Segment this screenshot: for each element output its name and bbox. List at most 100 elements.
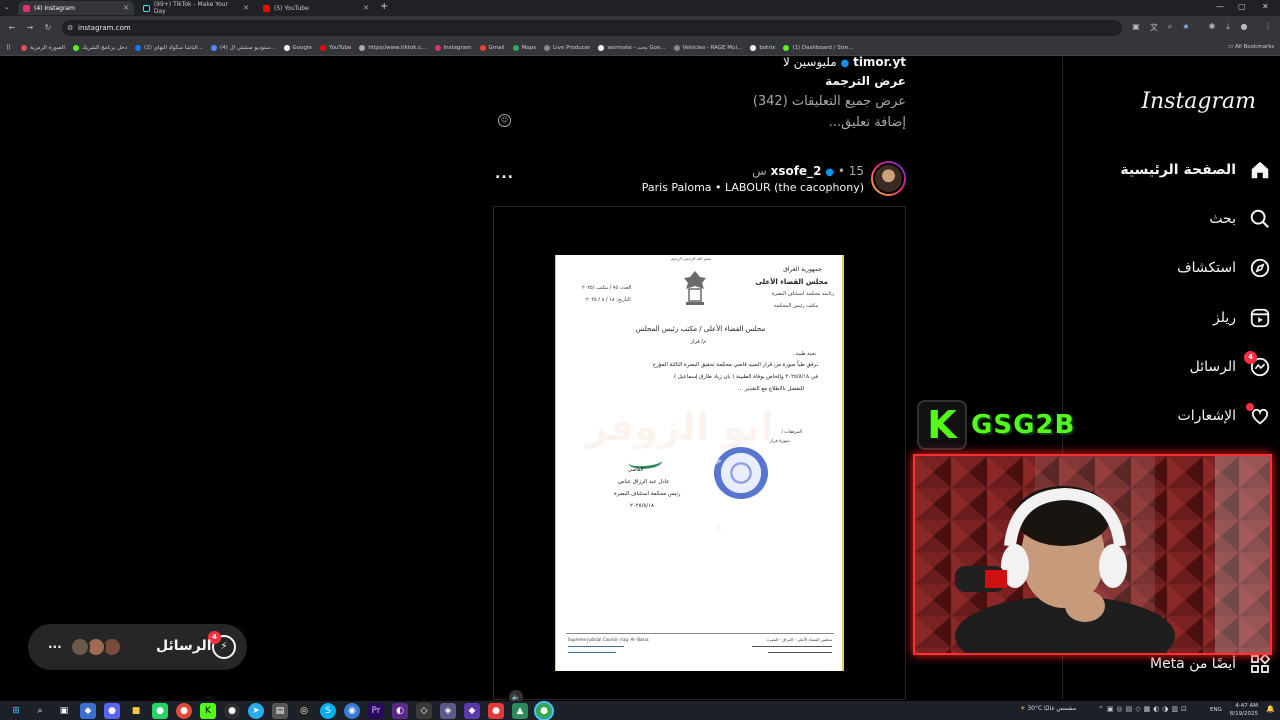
obs-icon[interactable]: ●: [224, 702, 240, 719]
search-icon: [1248, 207, 1272, 231]
bookmark-item[interactable]: (4) ستوديو منشئي ال...: [211, 44, 276, 51]
add-comment-input[interactable]: إضافة تعليق...: [829, 115, 906, 130]
kick-letter: K: [927, 403, 957, 447]
translate-icon[interactable]: 文: [1148, 22, 1160, 33]
emoji-icon[interactable]: ☺: [498, 114, 511, 127]
extensions-puzzle-icon[interactable]: ✱: [1206, 22, 1218, 31]
bookmark-item[interactable]: دخل برنامج الشريك: [72, 44, 127, 51]
verified-badge-icon: ●: [840, 58, 850, 69]
clock-date: 8/19/2025: [1229, 711, 1258, 717]
post-more-options-button[interactable]: ...: [495, 166, 514, 182]
extension-icon[interactable]: ▣: [1130, 22, 1142, 31]
sidebar-item-label: الصفحة الرئيسية: [1120, 162, 1236, 178]
doc-attachments: المرفقات /: [781, 430, 802, 435]
reload-icon[interactable]: ↻: [42, 22, 54, 34]
close-icon[interactable]: ✕: [243, 4, 249, 12]
sidebar-item-messenger[interactable]: الرسائل 4: [1190, 351, 1272, 382]
address-toolbar: ← → ↻ ⚙ instagram.com ▣ 文 ⌕ ★ ✱ ⤓ ● ⋮: [0, 16, 1280, 40]
instagram-logo[interactable]: Instagram: [1141, 89, 1256, 114]
webcam-overlay: [913, 454, 1272, 655]
app-icon[interactable]: ●: [488, 702, 504, 719]
bookmark-item[interactable]: botrix: [750, 44, 776, 51]
back-icon[interactable]: ←: [6, 22, 18, 34]
tray-icons[interactable]: ⌃▣◎▤◇▦◐◑▥⊡: [1098, 705, 1190, 713]
prev-post-caption: timor.yt ● مليوسين لا: [783, 55, 906, 69]
bookmark-item[interactable]: Gmail: [479, 44, 505, 51]
minimize-icon[interactable]: —: [1216, 2, 1224, 11]
task-view-icon[interactable]: ▣: [56, 703, 72, 719]
tab-search-button[interactable]: ⌄: [4, 3, 14, 13]
maximize-icon[interactable]: ▢: [1238, 2, 1246, 11]
download-icon[interactable]: ⤓: [1222, 22, 1234, 32]
whatsapp-icon[interactable]: ●: [152, 702, 168, 719]
bookmark-item[interactable]: Instagram: [434, 44, 472, 51]
app-icon[interactable]: ◇: [416, 702, 432, 719]
bookmark-item[interactable]: Vehicles - RAGE Mul...: [673, 44, 742, 51]
bookmark-item[interactable]: https//www.tiktok.c...: [359, 44, 427, 51]
tab-instagram[interactable]: (4) Instagram ✕: [18, 1, 134, 15]
close-window-icon[interactable]: ✕: [1262, 2, 1269, 11]
skype-icon[interactable]: S: [320, 702, 336, 719]
bookmark-item[interactable]: الصورة الرمزية: [21, 44, 65, 51]
sidebar-item-search[interactable]: بحث: [1209, 204, 1272, 234]
widgets-icon[interactable]: ◆: [80, 702, 96, 719]
bookmark-item[interactable]: Maps: [512, 44, 536, 51]
prev-post-username[interactable]: timor.yt: [853, 55, 906, 69]
app-icon[interactable]: ◈: [440, 702, 456, 719]
bookmark-star-icon[interactable]: ★: [1180, 22, 1192, 31]
language-indicator[interactable]: ENG: [1210, 707, 1222, 713]
search-icon[interactable]: ⌕: [32, 703, 48, 719]
notification-bell-icon[interactable]: 🔔: [1266, 705, 1275, 713]
telegram-icon[interactable]: ➤: [248, 702, 264, 719]
app-icon[interactable]: ▤: [272, 702, 288, 719]
messages-floating-button[interactable]: ⚡ 4 الرسائل ...: [28, 624, 247, 670]
bookmark-item[interactable]: wormate - بحث Goo...: [598, 44, 666, 51]
premiere-icon[interactable]: Pr: [368, 702, 384, 719]
site-info-icon[interactable]: ⚙: [67, 20, 73, 36]
tab-youtube[interactable]: (5) YouTube ✕: [258, 1, 374, 15]
folder-icon[interactable]: ■: [128, 703, 144, 719]
bookmark-item[interactable]: YouTube: [319, 44, 351, 51]
close-icon[interactable]: ✕: [123, 4, 129, 12]
bookmark-item[interactable]: (2) الباشا سكواد النهاي...: [135, 44, 203, 51]
discord-icon[interactable]: ●: [104, 702, 120, 719]
all-bookmarks[interactable]: ▭ All Bookmarks: [1228, 44, 1274, 50]
sidebar-item-home[interactable]: الصفحة الرئيسية: [1120, 155, 1272, 185]
sidebar-item-reels[interactable]: ريلز: [1213, 303, 1272, 333]
app-icon[interactable]: ◎: [296, 702, 312, 719]
address-bar[interactable]: ⚙ instagram.com: [62, 20, 1122, 36]
app-icon[interactable]: ◐: [392, 702, 408, 719]
view-all-comments-link[interactable]: عرض جميع التعليقات (342): [753, 94, 906, 109]
app-icon[interactable]: ▲: [512, 702, 528, 719]
weather-widget[interactable]: ☀ 30°C مشمس غالبًا: [1020, 705, 1076, 712]
zoom-icon[interactable]: ⌕: [1164, 22, 1176, 32]
post-username[interactable]: xsofe_2: [771, 164, 822, 178]
sidebar-item-heart[interactable]: الإشعارات: [1178, 401, 1272, 431]
post-avatar[interactable]: [871, 161, 906, 196]
profile-icon[interactable]: ●: [1238, 22, 1250, 31]
tab-tiktok[interactable]: (99+) TikTok - Make Your Day ✕: [138, 1, 254, 15]
bookmark-favicon-icon: [21, 44, 28, 51]
forward-icon[interactable]: →: [24, 22, 36, 34]
bookmark-label: botrix: [759, 44, 776, 51]
bookmark-label: (1) Dashboard / Stre...: [792, 44, 854, 51]
bookmark-item[interactable]: Google: [283, 44, 312, 51]
play-icon[interactable]: [674, 433, 722, 489]
app-icon[interactable]: ◆: [464, 702, 480, 719]
bookmark-item[interactable]: (1) Dashboard / Stre...: [783, 44, 854, 51]
bookmark-item[interactable]: Live Producer: [544, 44, 590, 51]
windows-start-icon[interactable]: ⊞: [8, 703, 24, 719]
see-translation-link[interactable]: عرض الترجمة: [825, 74, 906, 88]
sidebar-item-explore[interactable]: استكشاف: [1177, 253, 1272, 283]
new-tab-button[interactable]: +: [380, 1, 388, 12]
close-icon[interactable]: ✕: [363, 4, 369, 12]
bookmark-favicon-icon: [319, 44, 326, 51]
chrome-active-icon[interactable]: ●: [534, 700, 554, 720]
apps-grid-icon[interactable]: ⠿: [6, 44, 11, 52]
app-icon[interactable]: ◉: [344, 702, 360, 719]
clock[interactable]: 4:47 AM 8/19/2025: [1228, 702, 1258, 718]
menu-icon[interactable]: ⋮: [1262, 22, 1274, 31]
post-audio[interactable]: Paris Paloma • LABOUR (the cacophony): [640, 181, 864, 194]
chrome-icon[interactable]: ●: [176, 702, 192, 719]
kick-icon[interactable]: K: [200, 702, 216, 719]
